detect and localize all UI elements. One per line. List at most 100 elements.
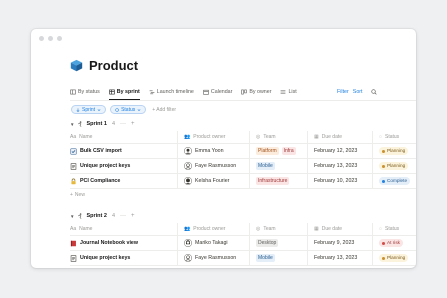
- column-status[interactable]: ◌ Status: [373, 223, 416, 235]
- caret-down-icon[interactable]: ▼: [70, 122, 74, 127]
- owner-cell[interactable]: Kelsha Fourier: [178, 174, 250, 188]
- name-cell[interactable]: Bulk CSV import: [70, 144, 178, 158]
- team-tag: Desktop: [256, 239, 279, 247]
- more-icon[interactable]: ···: [120, 121, 126, 127]
- filter-button[interactable]: Filter: [337, 89, 349, 95]
- more-icon[interactable]: ···: [120, 213, 126, 219]
- column-owner[interactable]: 👥 Product owner: [178, 131, 250, 143]
- add-icon[interactable]: +: [131, 121, 135, 127]
- avatar: [184, 177, 192, 185]
- status-cell[interactable]: Complete: [373, 174, 416, 188]
- column-due[interactable]: ▦ Due date: [308, 223, 373, 235]
- team-cell[interactable]: Desktop: [250, 236, 308, 250]
- table-row[interactable]: Bulk CSV import Emma Yoon Platform Infra…: [70, 144, 416, 159]
- document-icon: [70, 254, 77, 262]
- close-dot[interactable]: [39, 36, 44, 41]
- group-name: Sprint 1: [86, 121, 107, 127]
- column-label: Due date: [321, 134, 343, 140]
- sort-button[interactable]: Sort: [353, 89, 363, 95]
- timeline-icon: [149, 90, 155, 95]
- table-header-row: Aa Name 👥 Product owner ◎ Team ▦ Due date ◌ S…: [70, 223, 416, 236]
- table-row[interactable]: PCI Compliance Kelsha Fourier Infrastruc…: [70, 174, 416, 189]
- task-name: Bulk CSV import: [80, 148, 122, 154]
- table-row[interactable]: Unique project keys Faye Rasmusson Mobil…: [70, 159, 416, 174]
- tab-label: List: [288, 89, 297, 95]
- status-cell[interactable]: Planning: [373, 251, 416, 265]
- tab-launch-timeline[interactable]: Launch timeline: [149, 86, 194, 98]
- column-owner[interactable]: 👥 Product owner: [178, 223, 250, 235]
- status-filter-pill[interactable]: Status: [110, 105, 147, 114]
- table-icon: [70, 89, 76, 95]
- due-cell[interactable]: February 9, 2023: [308, 236, 373, 250]
- add-filter-button[interactable]: + Add filter: [152, 107, 176, 113]
- name-cell[interactable]: PCI Compliance: [70, 174, 178, 188]
- tab-label: Launch timeline: [156, 89, 194, 95]
- team-cell[interactable]: Mobile: [250, 159, 308, 173]
- avatar: [184, 254, 192, 262]
- tabs-divider: [70, 100, 416, 101]
- task-name: PCI Compliance: [80, 178, 121, 184]
- checklist-icon: [70, 147, 77, 155]
- status-cell[interactable]: At risk: [373, 236, 416, 250]
- add-icon[interactable]: +: [131, 213, 135, 219]
- avatar: [184, 147, 192, 155]
- column-team[interactable]: ◎ Team: [250, 223, 308, 235]
- caret-down-icon[interactable]: ▼: [70, 214, 74, 219]
- column-due[interactable]: ▦ Due date: [308, 131, 373, 143]
- maximize-dot[interactable]: [57, 36, 62, 41]
- filter-bar: Sprint Status + Add filter: [71, 105, 176, 114]
- avatar: [184, 162, 192, 170]
- team-cell[interactable]: Mobile: [250, 251, 308, 265]
- status-filter-label: Status: [121, 106, 136, 113]
- tab-list[interactable]: List: [280, 86, 297, 98]
- new-row-button[interactable]: + New: [70, 189, 416, 201]
- group-header-sprint-2[interactable]: ▼ Sprint 2 4 ··· +: [70, 213, 135, 219]
- column-name[interactable]: Aa Name: [70, 131, 178, 143]
- name-cell[interactable]: Journal Notebook view: [70, 236, 178, 250]
- owner-cell[interactable]: Faye Rasmusson: [178, 159, 250, 173]
- column-label: Team: [263, 226, 276, 232]
- arrow-down-icon: [76, 107, 80, 112]
- due-date: February 13, 2023: [314, 163, 358, 169]
- owner-cell[interactable]: Faye Rasmusson: [178, 251, 250, 265]
- due-cell[interactable]: February 10, 2023: [308, 174, 373, 188]
- tab-by-sprint[interactable]: By sprint: [108, 86, 140, 100]
- cube-icon: [70, 59, 83, 72]
- status-badge: At risk: [379, 239, 404, 247]
- table-row[interactable]: Journal Notebook view Mariko Takagi Desk…: [70, 236, 416, 251]
- text-icon: Aa: [70, 226, 77, 232]
- owner-cell[interactable]: Emma Yoon: [178, 144, 250, 158]
- team-cell[interactable]: Infrastructure: [250, 174, 308, 188]
- team-cell[interactable]: Platform Infra: [250, 144, 308, 158]
- people-icon: 👥: [184, 226, 191, 232]
- minimize-dot[interactable]: [48, 36, 53, 41]
- owner-name: Faye Rasmusson: [195, 255, 237, 261]
- due-date: February 12, 2023: [314, 148, 358, 154]
- column-name[interactable]: Aa Name: [70, 223, 178, 235]
- runner-icon: [78, 213, 82, 219]
- text-icon: Aa: [70, 134, 77, 140]
- column-team[interactable]: ◎ Team: [250, 131, 308, 143]
- group-count: 4: [111, 121, 116, 127]
- tab-calendar[interactable]: Calendar: [203, 86, 232, 98]
- table-row[interactable]: Unique project keys Faye Rasmusson Mobil…: [70, 251, 416, 266]
- tab-by-status[interactable]: By status: [70, 86, 100, 98]
- column-label: Product owner: [193, 226, 226, 232]
- name-cell[interactable]: Unique project keys: [70, 251, 178, 265]
- status-cell[interactable]: Planning: [373, 144, 416, 158]
- due-cell[interactable]: February 12, 2023: [308, 144, 373, 158]
- sprint-filter-pill[interactable]: Sprint: [71, 105, 107, 114]
- document-icon: [70, 162, 77, 170]
- new-row-label: New: [74, 192, 85, 198]
- team-tag: Platform: [256, 147, 279, 155]
- column-status[interactable]: ◌ Status: [373, 131, 416, 143]
- tab-by-owner[interactable]: By owner: [241, 86, 271, 98]
- name-cell[interactable]: Unique project keys: [70, 159, 178, 173]
- group-header-sprint-1[interactable]: ▼ Sprint 1 4 ··· +: [70, 121, 135, 127]
- owner-cell[interactable]: Mariko Takagi: [178, 236, 250, 250]
- status-cell[interactable]: Planning: [373, 159, 416, 173]
- search-icon[interactable]: [370, 89, 377, 95]
- due-cell[interactable]: February 13, 2023: [308, 159, 373, 173]
- due-cell[interactable]: February 13, 2023: [308, 251, 373, 265]
- owner-name: Emma Yoon: [195, 148, 224, 154]
